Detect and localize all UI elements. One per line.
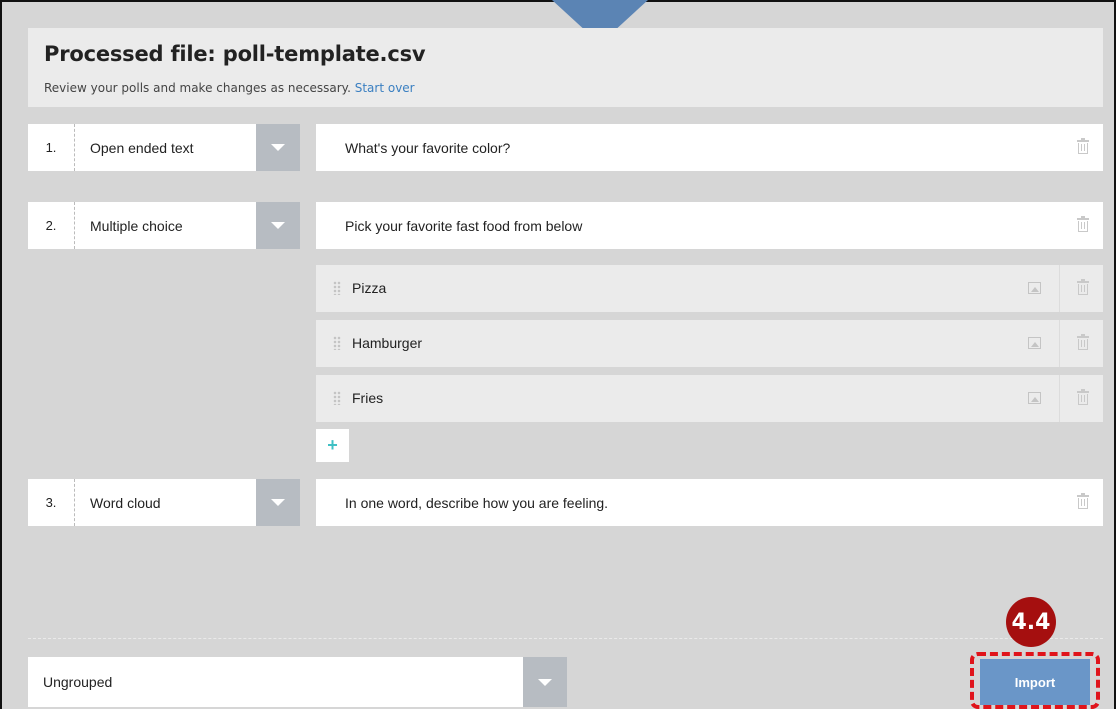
subtitle-text: Review your polls and make changes as ne… (44, 81, 351, 95)
question-text-input[interactable]: What's your favorite color? (316, 124, 1103, 171)
question-text-input[interactable]: Pick your favorite fast food from below (316, 202, 1103, 249)
question-type-dropdown-button[interactable] (256, 124, 300, 171)
question-type-select[interactable]: Open ended text (75, 124, 256, 171)
answer-option[interactable]: Fries (316, 375, 1103, 422)
page-title: Processed file: poll-template.csv (44, 42, 426, 66)
trash-icon[interactable] (1077, 138, 1089, 154)
drag-handle-icon[interactable] (333, 281, 341, 295)
question-text: What's your favorite color? (345, 139, 511, 156)
trash-icon[interactable] (1077, 493, 1089, 509)
trash-icon[interactable] (1077, 389, 1089, 405)
chevron-down-icon (271, 499, 285, 506)
answer-option-label: Pizza (352, 280, 387, 296)
divider (1059, 375, 1060, 422)
chevron-down-icon (538, 678, 552, 686)
question-number: 3. (28, 479, 75, 526)
question-text: Pick your favorite fast food from below (345, 217, 583, 234)
trash-icon[interactable] (1077, 279, 1089, 295)
header-subtitle: Review your polls and make changes as ne… (44, 81, 415, 95)
image-icon[interactable] (1028, 282, 1041, 294)
chevron-down-icon (271, 144, 285, 151)
image-icon[interactable] (1028, 392, 1041, 404)
question-number: 2. (28, 202, 75, 249)
question-text: In one word, describe how you are feelin… (345, 494, 609, 511)
question-number: 1. (28, 124, 75, 171)
answer-option[interactable]: Hamburger (316, 320, 1103, 367)
group-select[interactable]: Ungrouped (28, 657, 523, 707)
image-icon[interactable] (1028, 337, 1041, 349)
group-dropdown-button[interactable] (523, 657, 567, 707)
start-over-link[interactable]: Start over (355, 81, 415, 95)
question-type-dropdown-button[interactable] (256, 479, 300, 526)
question-text-input[interactable]: In one word, describe how you are feelin… (316, 479, 1103, 526)
chevron-down-icon (271, 222, 285, 229)
answer-option-label: Hamburger (352, 335, 423, 351)
question-type-dropdown-button[interactable] (256, 202, 300, 249)
step-badge: 4.4 (1006, 597, 1056, 647)
add-option-button[interactable]: + (316, 429, 349, 462)
question-type-select[interactable]: Word cloud (75, 479, 256, 526)
answer-option-label: Fries (352, 390, 384, 406)
footer-divider (28, 638, 1103, 639)
drag-handle-icon[interactable] (333, 336, 341, 350)
question-type-select[interactable]: Multiple choice (75, 202, 256, 249)
drag-handle-icon[interactable] (333, 391, 341, 405)
trash-icon[interactable] (1077, 216, 1089, 232)
trash-icon[interactable] (1077, 334, 1089, 350)
highlight-outline (970, 652, 1100, 709)
file-header: Processed file: poll-template.csv Review… (28, 28, 1103, 107)
answer-option[interactable]: Pizza (316, 265, 1103, 312)
divider (1059, 320, 1060, 367)
divider (1059, 265, 1060, 312)
